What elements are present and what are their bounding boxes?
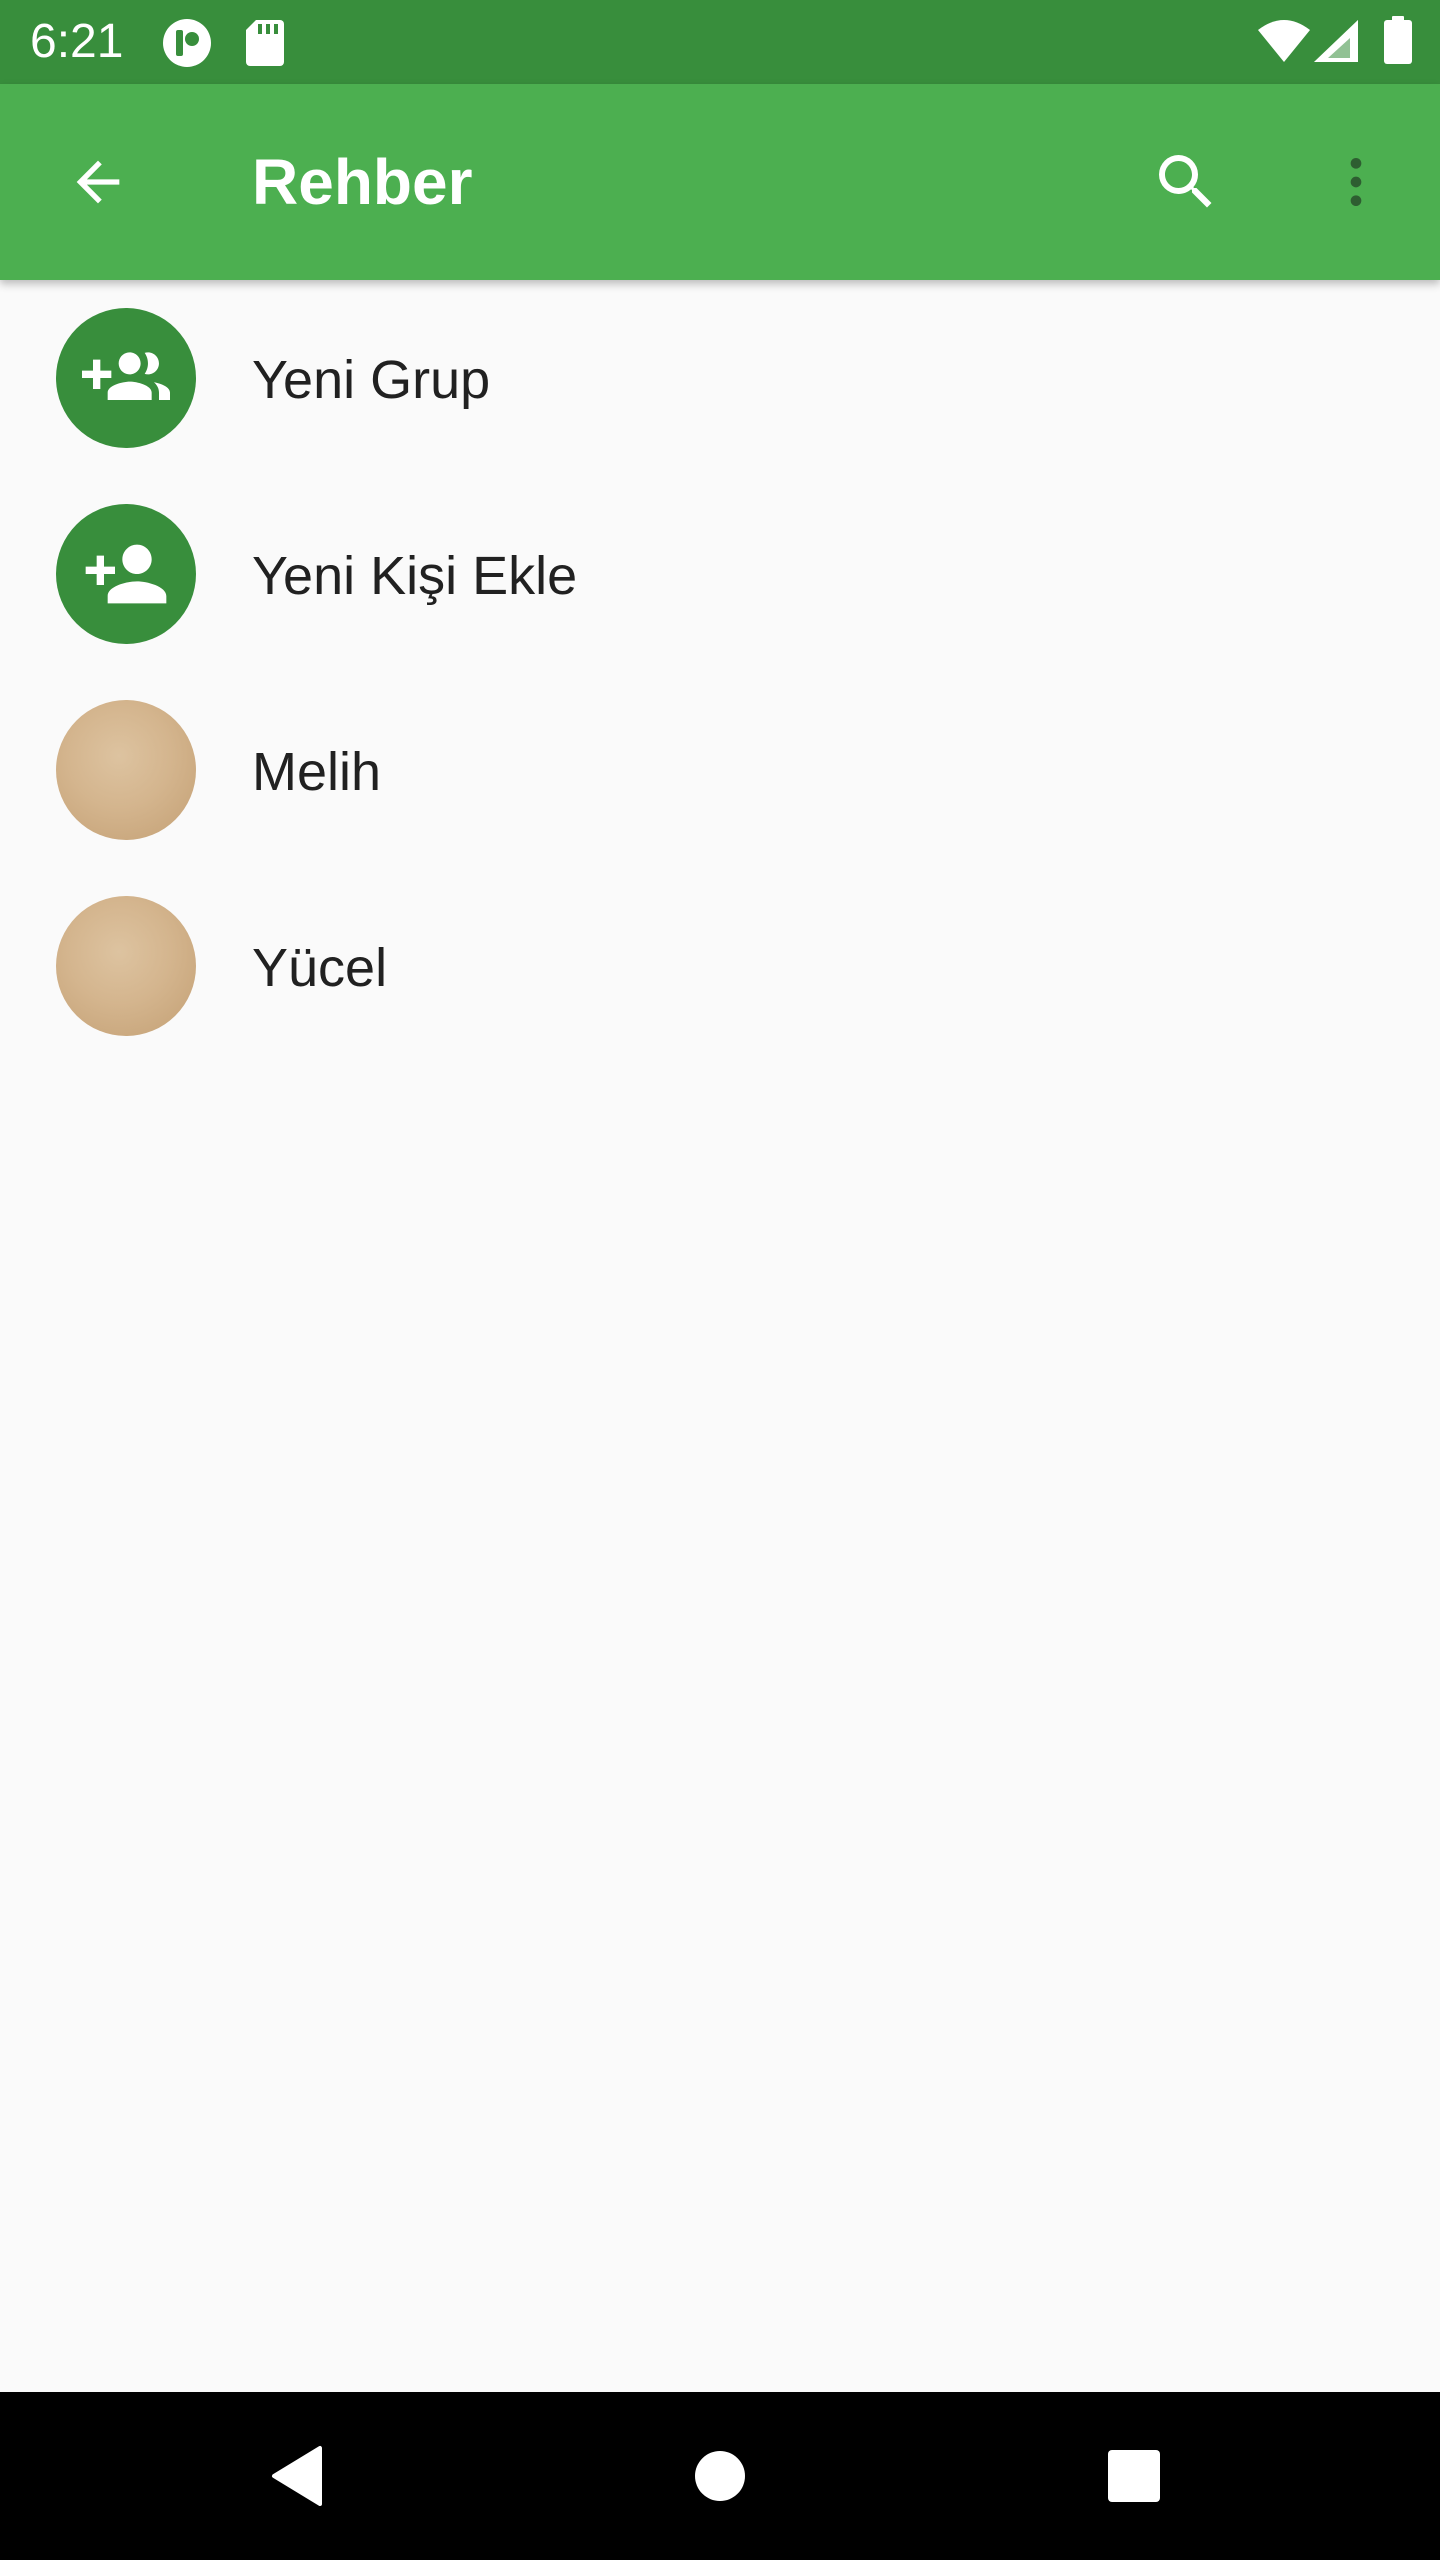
arrow-back-icon — [76, 160, 120, 204]
avatar — [56, 504, 196, 644]
contact-avatar — [56, 896, 196, 1036]
avatar — [56, 308, 196, 448]
nav-back-button[interactable] — [250, 2426, 350, 2526]
person-add-icon — [85, 544, 167, 604]
nav-recents-button[interactable] — [1084, 2426, 1184, 2526]
search-button[interactable] — [1130, 126, 1242, 238]
contact-name: Melih — [252, 742, 382, 802]
group-add-icon — [82, 352, 170, 400]
search-icon — [1159, 155, 1212, 208]
list-item-contact-melih[interactable]: Melih — [0, 672, 1440, 868]
battery-icon — [1384, 16, 1412, 64]
app-bar: Rehber — [0, 84, 1440, 280]
overflow-menu-button[interactable] — [1300, 126, 1412, 238]
cell-signal-icon — [1314, 20, 1358, 62]
contact-list: Yeni Grup Yeni Kişi Ekle Melih Yücel — [0, 280, 1440, 1064]
contact-avatar — [56, 700, 196, 840]
list-item-contact-yucel[interactable]: Yücel — [0, 868, 1440, 1064]
contacts-screen: 6:21 Rehber Yeni Grup Yeni Kişi Ekle Mel… — [0, 0, 1440, 2560]
wifi-icon — [1258, 20, 1310, 62]
nav-home-button[interactable] — [670, 2426, 770, 2526]
more-vert-icon — [1350, 158, 1362, 206]
status-time: 6:21 — [30, 15, 124, 68]
navigation-bar — [0, 2392, 1440, 2560]
list-item-label: Yeni Grup — [252, 350, 491, 410]
recents-square-icon — [1108, 2450, 1160, 2502]
page-title: Rehber — [252, 146, 473, 218]
status-bar: 6:21 — [0, 0, 1440, 84]
sd-card-icon — [246, 20, 284, 66]
back-triangle-icon — [272, 2446, 322, 2506]
home-circle-icon — [695, 2451, 745, 2501]
list-item-label: Yeni Kişi Ekle — [252, 546, 578, 606]
back-button[interactable] — [42, 126, 154, 238]
list-item-new-group[interactable]: Yeni Grup — [0, 280, 1440, 476]
contact-name: Yücel — [252, 938, 388, 998]
notification-app-icon — [163, 19, 211, 67]
list-item-new-contact[interactable]: Yeni Kişi Ekle — [0, 476, 1440, 672]
